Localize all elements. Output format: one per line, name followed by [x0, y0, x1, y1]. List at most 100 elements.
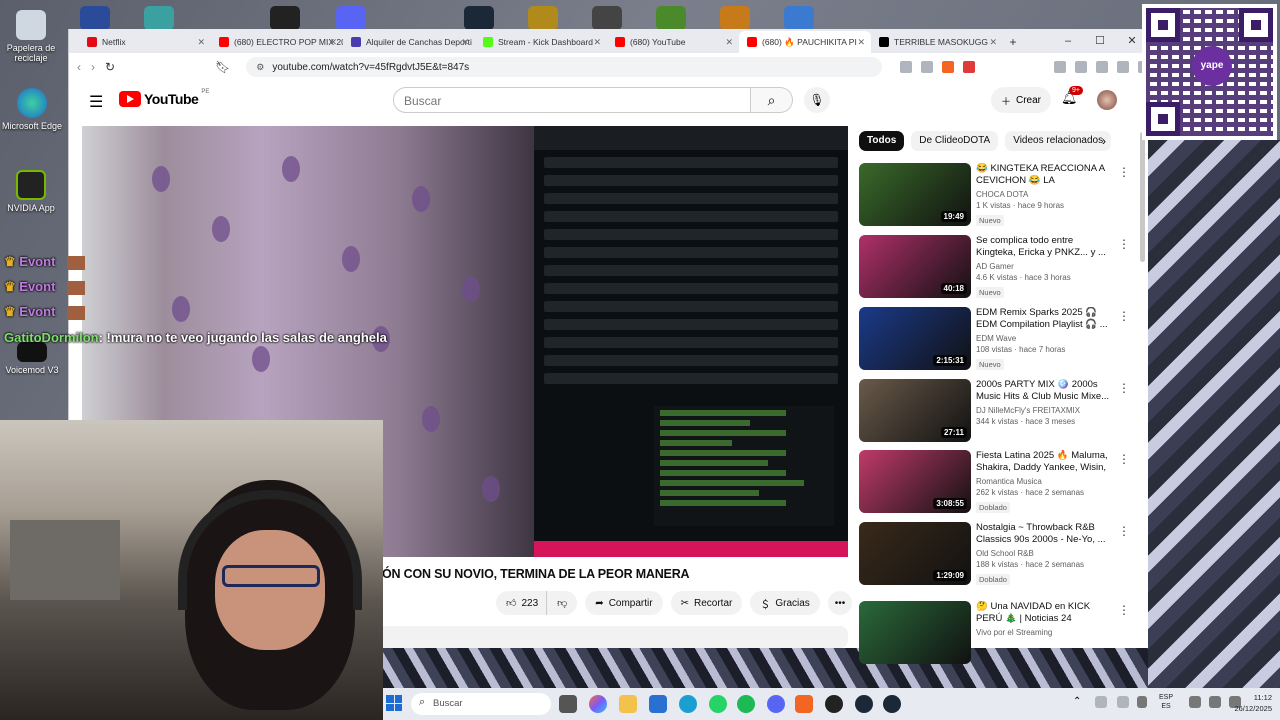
channel-name[interactable]: AD Gamer	[976, 262, 1111, 271]
volume-icon[interactable]	[1209, 696, 1221, 708]
youtube-logo[interactable]: YouTube PE	[119, 89, 209, 107]
address-bar[interactable]: ⚙ youtube.com/watch?v=45fRgdvtJ5E&t=847s	[246, 57, 883, 77]
channel-name[interactable]: DJ NilleMcFly's FREITAXMIX	[976, 406, 1111, 415]
close-icon[interactable]: ✕	[725, 37, 733, 48]
reload-button[interactable]: ↻	[105, 60, 115, 74]
music-icon[interactable]	[1075, 61, 1088, 73]
language-indicator[interactable]: ESP ES	[1159, 693, 1173, 711]
video-thumbnail[interactable]: 27:11	[859, 379, 971, 442]
video-thumbnail[interactable]: 40:18	[859, 235, 971, 298]
voice-search-button[interactable]: 🎙︎	[804, 87, 830, 113]
chevron-right-icon[interactable]: ›	[1102, 134, 1106, 148]
video-title[interactable]: Se complica todo entre Kingteka, Ericka …	[976, 235, 1111, 259]
steam-icon[interactable]	[855, 695, 873, 713]
monitor-icon[interactable]	[1189, 696, 1201, 708]
discord-icon[interactable]	[767, 695, 785, 713]
minimize-button[interactable]: –	[1052, 29, 1084, 53]
app-icon[interactable]	[144, 6, 174, 30]
back-button[interactable]: ‹	[77, 60, 81, 74]
scrollbar[interactable]	[1139, 126, 1147, 646]
discord-icon[interactable]	[336, 6, 366, 30]
video-thumbnail[interactable]: 1:29:09	[859, 522, 971, 585]
whatsapp-icon[interactable]	[709, 695, 727, 713]
close-icon[interactable]: ✕	[461, 37, 469, 48]
video-title[interactable]: 🤔 Una NAVIDAD en KICK PERÚ 🎄 | Noticias …	[976, 601, 1111, 625]
more-options-icon[interactable]: ⋮	[1118, 381, 1130, 395]
steam-icon[interactable]	[464, 6, 494, 30]
tab-electro-pop[interactable]: (680) ELECTRO POP MIX 200 ✕	[211, 31, 343, 53]
search-button[interactable]: ⌕	[751, 87, 793, 113]
channel-name[interactable]: Vivo por el Streaming	[976, 628, 1111, 637]
minecraft-icon[interactable]	[656, 6, 686, 30]
close-icon[interactable]: ✕	[329, 37, 337, 48]
tray-icon[interactable]	[1117, 696, 1129, 708]
close-icon[interactable]: ✕	[197, 37, 205, 48]
spotify-icon[interactable]	[737, 695, 755, 713]
dislike-button[interactable]: 👎︎	[546, 591, 577, 615]
desktop-icon-voicemod[interactable]: Voicemod V3	[0, 342, 67, 375]
avatar[interactable]	[1097, 90, 1117, 110]
wallet-icon[interactable]	[1117, 61, 1130, 73]
notifications-button[interactable]: 🔔︎ 9+	[1061, 86, 1083, 106]
chip-all[interactable]: Todos	[859, 131, 905, 151]
tray-icon[interactable]	[1095, 696, 1107, 708]
rewards-icon[interactable]	[963, 61, 976, 73]
more-options-icon[interactable]: ⋮	[1118, 165, 1130, 179]
video-thumbnail[interactable]: 19:49	[859, 163, 971, 226]
brave-shield-icon[interactable]	[942, 61, 955, 73]
site-info-icon[interactable]: ⚙	[256, 62, 264, 73]
video-thumbnail[interactable]	[859, 601, 971, 664]
desktop-icon-recycle-bin[interactable]: Papelera de reciclaje	[0, 10, 66, 63]
close-icon[interactable]: ✕	[857, 37, 865, 48]
obs-icon[interactable]	[825, 695, 843, 713]
more-options-icon[interactable]: ⋮	[1118, 452, 1130, 466]
counter-strike-icon[interactable]	[720, 6, 750, 30]
channel-name[interactable]: CHOCA DOTA	[976, 190, 1111, 199]
video-title[interactable]: 2000s PARTY MIX 🪩 2000s Music Hits & Clu…	[976, 379, 1111, 403]
recommendation-item[interactable]: 19:49 😂 KINGTEKA REACCIONA A CEVICHON 😂 L…	[859, 163, 1130, 227]
extension-icon[interactable]	[921, 61, 934, 73]
extension-icon[interactable]	[1054, 61, 1067, 73]
file-explorer-icon[interactable]	[619, 695, 637, 713]
recommendation-item[interactable]: 1:29:09 Nostalgia ~ Throwback R&B Classic…	[859, 522, 1130, 586]
menu-icon[interactable]: ☰	[89, 92, 103, 112]
copilot-icon[interactable]	[589, 695, 607, 713]
chip-from-channel[interactable]: De ClideoDOTA	[911, 131, 999, 151]
chip-related[interactable]: Videos relacionados	[1005, 131, 1112, 151]
edge-icon[interactable]	[679, 695, 697, 713]
forward-button[interactable]: ›	[91, 60, 95, 74]
recommendation-item[interactable]: 3:08:55 Fiesta Latina 2025 🔥 Maluma, Shak…	[859, 450, 1130, 514]
channel-name[interactable]: Old School R&B	[976, 549, 1111, 558]
tab-netflix[interactable]: Netflix ✕	[79, 31, 211, 53]
app-icon[interactable]	[592, 6, 622, 30]
share-button[interactable]: ➦ Compartir	[585, 591, 663, 615]
more-actions-button[interactable]: •••	[827, 591, 853, 615]
recommendation-item[interactable]: 🤔 Una NAVIDAD en KICK PERÚ 🎄 | Noticias …	[859, 601, 1130, 665]
app-icon[interactable]	[80, 6, 110, 30]
tab-kick-dashboard[interactable]: Stream - Kick Dashboard ✕	[475, 31, 607, 53]
microphone-icon[interactable]	[1137, 696, 1147, 708]
channel-name[interactable]: Romantica Musica	[976, 477, 1111, 486]
thanks-button[interactable]: ＄ Gracias	[750, 591, 820, 615]
obs-icon[interactable]	[270, 6, 300, 30]
new-tab-button[interactable]: +	[1003, 31, 1023, 53]
more-options-icon[interactable]: ⋮	[1118, 237, 1130, 251]
desktop-icon-nvidia[interactable]: NVIDIA App	[0, 170, 66, 213]
video-thumbnail[interactable]: 2:15:31	[859, 307, 971, 370]
video-title[interactable]: 😂 KINGTEKA REACCIONA A CEVICHON 😂 LA DEC…	[976, 163, 1111, 187]
search-input[interactable]: Buscar	[393, 87, 751, 113]
extension-icon[interactable]	[900, 61, 913, 73]
clip-button[interactable]: ✂ Recortar	[670, 591, 743, 615]
more-options-icon[interactable]: ⋮	[1118, 309, 1130, 323]
video-title[interactable]: Nostalgia ~ Throwback R&B Classics 90s 2…	[976, 522, 1111, 546]
app-icon[interactable]	[784, 6, 814, 30]
tab-terrible-masokugg[interactable]: TERRIBLE MASOKUGG ✕	[871, 31, 1003, 53]
start-button[interactable]	[386, 695, 402, 711]
recommendation-item[interactable]: 40:18 Se complica todo entre Kingteka, Er…	[859, 235, 1130, 299]
clock[interactable]: 11:12 26/12/2025	[1234, 692, 1272, 714]
chevron-up-icon[interactable]: ⌃	[1073, 696, 1081, 707]
tab-pauchikita[interactable]: (680) 🔥 PAUCHIKITA PI ✕	[739, 31, 871, 53]
tab-alquiler[interactable]: Alquiler de Canchas Deporti ✕	[343, 31, 475, 53]
task-view-icon[interactable]	[559, 695, 577, 713]
store-icon[interactable]	[649, 695, 667, 713]
